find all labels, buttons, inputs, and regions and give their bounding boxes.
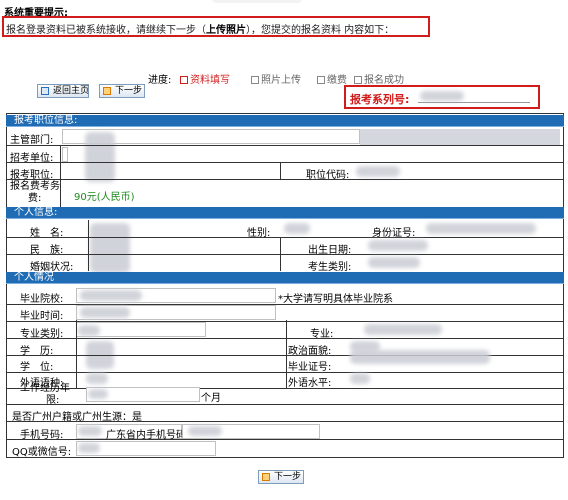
progress-step-photo: 照片上传	[251, 71, 301, 86]
home-icon	[41, 87, 49, 95]
checkbox-checked-icon	[180, 76, 188, 84]
school-note: *大学请写明具体毕业院系	[278, 294, 393, 305]
language-redacted	[86, 373, 108, 384]
major-category-redacted	[78, 325, 100, 336]
divider	[6, 254, 564, 255]
section-title: 个人信息:	[14, 207, 58, 218]
divider	[280, 237, 281, 271]
progress-step-label: 资料填写	[190, 75, 230, 86]
fee-label: 报名费考务 费:	[10, 181, 60, 205]
footer-next-step-label: 下一步	[274, 472, 302, 482]
home-button-label: 返回主页	[53, 86, 90, 96]
major-redacted	[364, 324, 442, 335]
birthdate-redacted	[368, 240, 428, 251]
degree-label: 学 位:	[20, 362, 54, 373]
section-header-personal: 个人信息:	[6, 207, 564, 219]
divider	[6, 439, 564, 440]
progress-step-label: 照片上传	[261, 75, 301, 86]
notice-text-bold: 上传照片	[206, 25, 246, 36]
school-label: 毕业院校:	[20, 294, 64, 305]
divider	[6, 218, 564, 219]
divider	[88, 220, 89, 271]
divider	[6, 421, 564, 422]
gender-value-redacted	[284, 223, 310, 234]
diploma-number-redacted	[350, 350, 490, 364]
fee-label-line1: 报名费考务	[10, 181, 60, 192]
registration-number-redacted	[420, 91, 464, 101]
examinee-type-label: 考生类别:	[308, 262, 352, 273]
home-button[interactable]: 返回主页	[37, 84, 89, 98]
diploma-number-label: 毕业证号:	[288, 362, 332, 373]
work-years-unit: 个月	[201, 393, 221, 404]
progress-step-payment: 缴费	[317, 71, 347, 86]
work-years-redacted	[88, 389, 108, 399]
divider	[6, 179, 564, 180]
notice-text-main: 报名登录资料已被系统接收，请继续下一步（	[6, 25, 206, 36]
unit-field	[62, 147, 68, 162]
qq-wechat-label: QQ或微信号:	[12, 447, 72, 458]
language-level-label: 外语水平:	[288, 378, 332, 389]
checkbox-icon	[317, 76, 325, 84]
checkbox-icon	[354, 76, 362, 84]
divider	[6, 126, 564, 127]
fee-value: 90元(人民币)	[74, 192, 135, 203]
arrow-icon	[103, 87, 111, 95]
personal-values-redacted	[90, 223, 130, 273]
checkbox-icon	[251, 76, 259, 84]
id-number-redacted	[426, 223, 536, 234]
divider	[6, 237, 564, 238]
section-header-situation: 个人情况	[6, 272, 564, 284]
phone-extra-redacted	[188, 426, 222, 436]
divider	[6, 338, 564, 339]
arrow-icon	[262, 473, 270, 481]
divider	[6, 145, 564, 146]
divider	[280, 162, 281, 179]
divider	[76, 320, 77, 388]
progress-step-fill: 资料填写	[180, 71, 230, 86]
section-title: 报考职位信息:	[14, 115, 78, 126]
divider	[6, 404, 564, 405]
registration-label: 报考系列号:	[350, 93, 410, 106]
section-title: 个人情况	[14, 272, 54, 283]
position-code-redacted	[356, 166, 400, 177]
department-field-shade	[360, 129, 560, 145]
fee-label-line2: 费:	[28, 193, 42, 204]
work-years-label-line1: 工作经历年	[20, 383, 70, 394]
graduation-time-label: 毕业时间:	[20, 311, 64, 322]
department-value-redacted	[85, 132, 115, 182]
divider	[286, 320, 287, 388]
divider	[6, 283, 564, 284]
divider	[60, 145, 61, 207]
progress-label: 进度:	[148, 75, 172, 86]
footer-next-step-button[interactable]: 下一步	[258, 470, 304, 484]
examinee-type-redacted	[368, 257, 420, 268]
language-level-redacted	[350, 373, 370, 384]
progress-step-success: 报名成功	[354, 71, 404, 86]
section-header-position: 报考职位信息:	[6, 115, 564, 127]
notice-text-tail: ），您提交的报名资料 内容如下：	[246, 25, 395, 36]
phone-redacted	[78, 426, 102, 436]
divider	[6, 162, 564, 163]
graduation-time-redacted	[80, 307, 130, 318]
department-label: 主管部门:	[10, 135, 54, 146]
school-redacted	[80, 290, 142, 301]
next-step-button[interactable]: 下一步	[99, 84, 145, 98]
page-heading-cropped	[212, 0, 302, 3]
registration-underline	[418, 102, 530, 103]
marital-status-label: 婚姻状况:	[30, 262, 74, 273]
qq-wechat-redacted	[78, 443, 100, 453]
next-step-label: 下一步	[115, 86, 143, 96]
notice-text: 报名登录资料已被系统接收，请继续下一步（上传照片），您提交的报名资料 内容如下：	[6, 21, 394, 36]
